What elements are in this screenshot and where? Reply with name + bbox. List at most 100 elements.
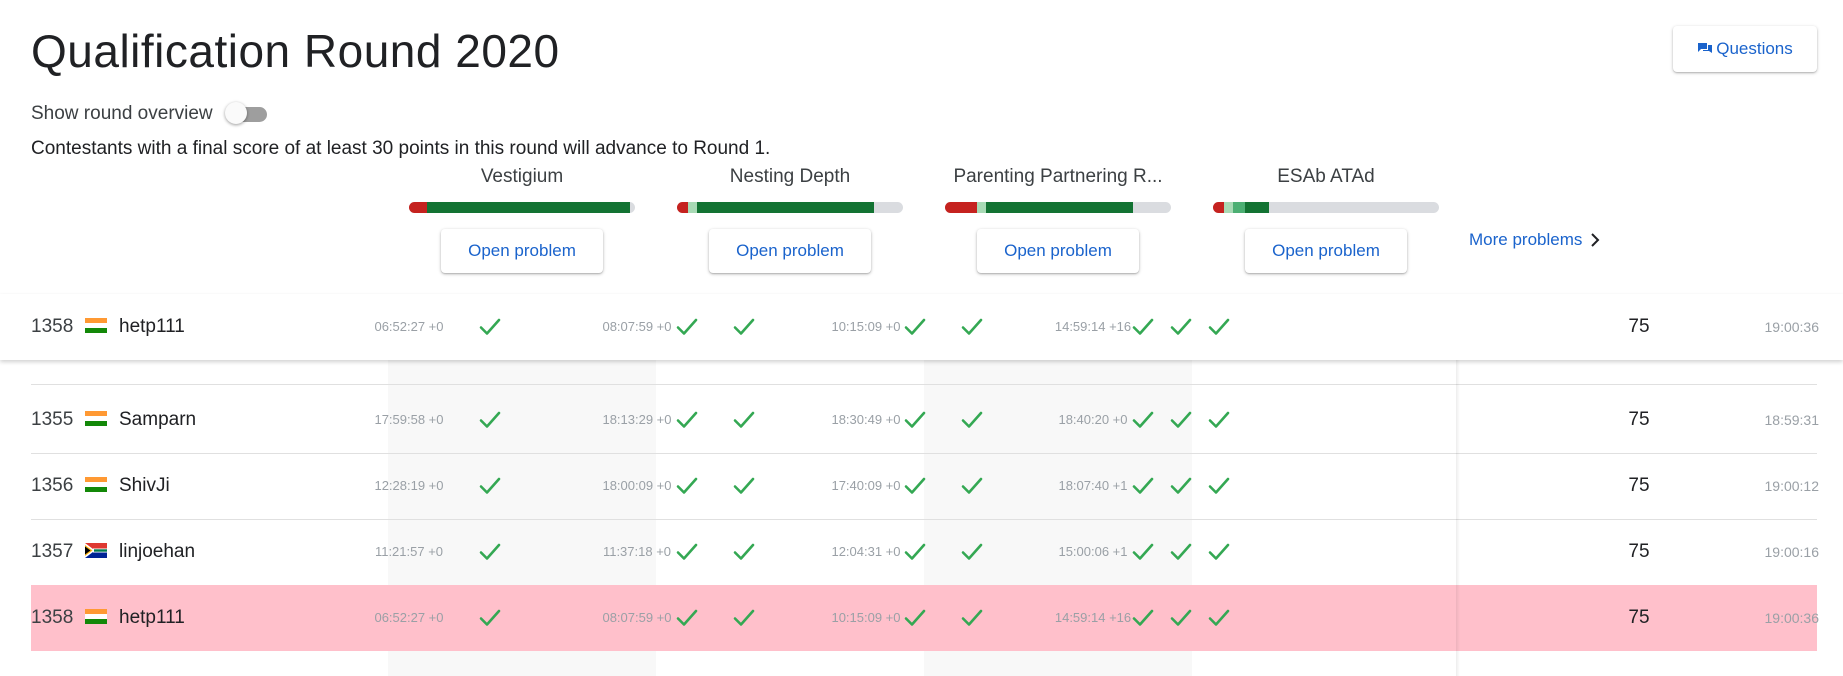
solved-check-icon — [676, 477, 698, 494]
solved-check-icon — [676, 411, 698, 428]
solved-check-icon — [1170, 318, 1192, 335]
problem-header-parenting-partnering: Parenting Partnering R... Open problem — [945, 166, 1171, 273]
solved-check-icon — [733, 543, 755, 560]
contestant-name[interactable]: hetp111 — [119, 585, 185, 651]
problem-stats-bar — [945, 202, 1171, 213]
solved-check-icon — [961, 543, 983, 560]
stats-segment-wrong — [1213, 202, 1225, 213]
total-score: 75 — [1628, 607, 1650, 628]
problem-header-vestigium: Vestigium Open problem — [409, 166, 635, 273]
total-score: 75 — [1628, 475, 1650, 496]
stats-segment-wrong — [677, 202, 689, 213]
open-problem-button[interactable]: Open problem — [709, 229, 871, 273]
table-row[interactable]: 1357 linjoehan 11:21:57 +0 11:37:18 +0 12:04… — [31, 519, 1819, 586]
sticky-user-row: 1358 hetp111 06:52:27 +0 08:07:59 +0 10:15:0… — [0, 294, 1843, 360]
problem-stats-bar — [409, 202, 635, 213]
stats-segment-solved — [697, 202, 874, 213]
solved-check-icon — [479, 609, 501, 626]
stats-segment-wrong — [945, 202, 977, 213]
advance-notice: Contestants with a final score of at lea… — [31, 138, 771, 159]
chat-bubbles-icon — [1698, 43, 1713, 53]
rank-cell: 1358 — [31, 316, 74, 337]
solved-check-icon — [1170, 609, 1192, 626]
submission-time: 12:28:19 +0 — [374, 478, 444, 493]
total-score: 75 — [1628, 316, 1650, 337]
rank-cell: 1357 — [31, 541, 74, 562]
solved-check-icon — [479, 477, 501, 494]
solved-check-icon — [733, 477, 755, 494]
stats-segment-partial — [1224, 202, 1234, 213]
india-flag-icon — [85, 477, 107, 492]
table-row[interactable]: 1355 Samparn 17:59:58 +0 18:13:29 +0 18:30:4… — [31, 387, 1819, 454]
contestant-name[interactable]: linjoehan — [119, 519, 195, 585]
score-divider — [1456, 360, 1460, 676]
contestant-name[interactable]: hetp111 — [119, 294, 185, 360]
problem-header-nesting-depth: Nesting Depth Open problem — [677, 166, 903, 273]
problem-header-esab-atad: ESAb ATAd Open problem — [1213, 166, 1439, 273]
more-problems-link[interactable]: More problems — [1469, 230, 1600, 250]
open-problem-button[interactable]: Open problem — [977, 229, 1139, 273]
solved-check-icon — [1208, 543, 1230, 560]
problem-stats-bar — [677, 202, 903, 213]
solved-check-icon — [676, 318, 698, 335]
solved-check-icon — [1132, 609, 1154, 626]
solved-check-icon — [1170, 543, 1192, 560]
stats-segment-wrong — [409, 202, 428, 213]
rank-cell: 1358 — [31, 607, 74, 628]
solved-check-icon — [676, 543, 698, 560]
open-problem-button[interactable]: Open problem — [441, 229, 603, 273]
penalty-time: 19:00:12 — [1764, 478, 1820, 494]
solved-check-icon — [1208, 477, 1230, 494]
problem-stats-bar — [1213, 202, 1439, 213]
penalty-time: 19:00:36 — [1764, 610, 1820, 626]
open-problem-button[interactable]: Open problem — [1245, 229, 1407, 273]
stats-segment-partial — [976, 202, 986, 213]
questions-label: Questions — [1716, 39, 1793, 58]
submission-time: 11:21:57 +0 — [374, 544, 444, 559]
round-overview-control: Show round overview — [31, 102, 269, 126]
solved-check-icon — [676, 609, 698, 626]
solved-check-icon — [1208, 609, 1230, 626]
problem-name: Vestigium — [480, 166, 564, 187]
solved-check-icon — [1208, 318, 1230, 335]
solved-check-icon — [1170, 411, 1192, 428]
contestant-name[interactable]: ShivJi — [119, 453, 170, 519]
south-africa-flag-icon — [85, 543, 107, 558]
stats-segment-partial — [688, 202, 698, 213]
solved-check-icon — [961, 411, 983, 428]
rank-cell: 1356 — [31, 475, 74, 496]
solved-check-icon — [1132, 318, 1154, 335]
submission-time: 06:52:27 +0 — [374, 610, 444, 625]
solved-check-icon — [479, 411, 501, 428]
page-title: Qualification Round 2020 — [31, 25, 560, 77]
solved-check-icon — [1170, 477, 1192, 494]
solved-check-icon — [904, 543, 926, 560]
problem-name: Nesting Depth — [729, 166, 851, 187]
solved-check-icon — [1132, 477, 1154, 494]
solved-check-icon — [904, 477, 926, 494]
solved-check-icon — [479, 318, 501, 335]
solved-check-icon — [904, 411, 926, 428]
india-flag-icon — [85, 411, 107, 426]
india-flag-icon — [85, 318, 107, 333]
stats-segment-partial2 — [1233, 202, 1245, 213]
questions-button[interactable]: Questions — [1673, 26, 1817, 72]
solved-check-icon — [733, 609, 755, 626]
submission-time: 17:59:58 +0 — [374, 412, 444, 427]
solved-check-icon — [961, 609, 983, 626]
current-user-row[interactable]: 1358 hetp111 06:52:27 +0 08:07:59 +0 10:15:0… — [31, 585, 1820, 651]
round-overview-toggle[interactable] — [224, 102, 269, 126]
contestant-name[interactable]: Samparn — [119, 387, 196, 453]
solved-check-icon — [961, 477, 983, 494]
solved-check-icon — [1208, 411, 1230, 428]
total-score: 75 — [1628, 409, 1650, 430]
solved-check-icon — [479, 543, 501, 560]
chevron-right-icon — [1591, 233, 1600, 247]
table-row[interactable]: 1358 hetp111 06:52:27 +0 08:07:59 +0 10:15:0… — [31, 294, 1820, 360]
solved-check-icon — [904, 318, 926, 335]
more-problems-label: More problems — [1469, 230, 1583, 249]
penalty-time: 19:00:36 — [1764, 319, 1820, 335]
solved-check-icon — [1132, 543, 1154, 560]
table-row[interactable]: 1356 ShivJi 12:28:19 +0 18:00:09 +0 17:40:09… — [31, 453, 1820, 520]
solved-check-icon — [733, 411, 755, 428]
